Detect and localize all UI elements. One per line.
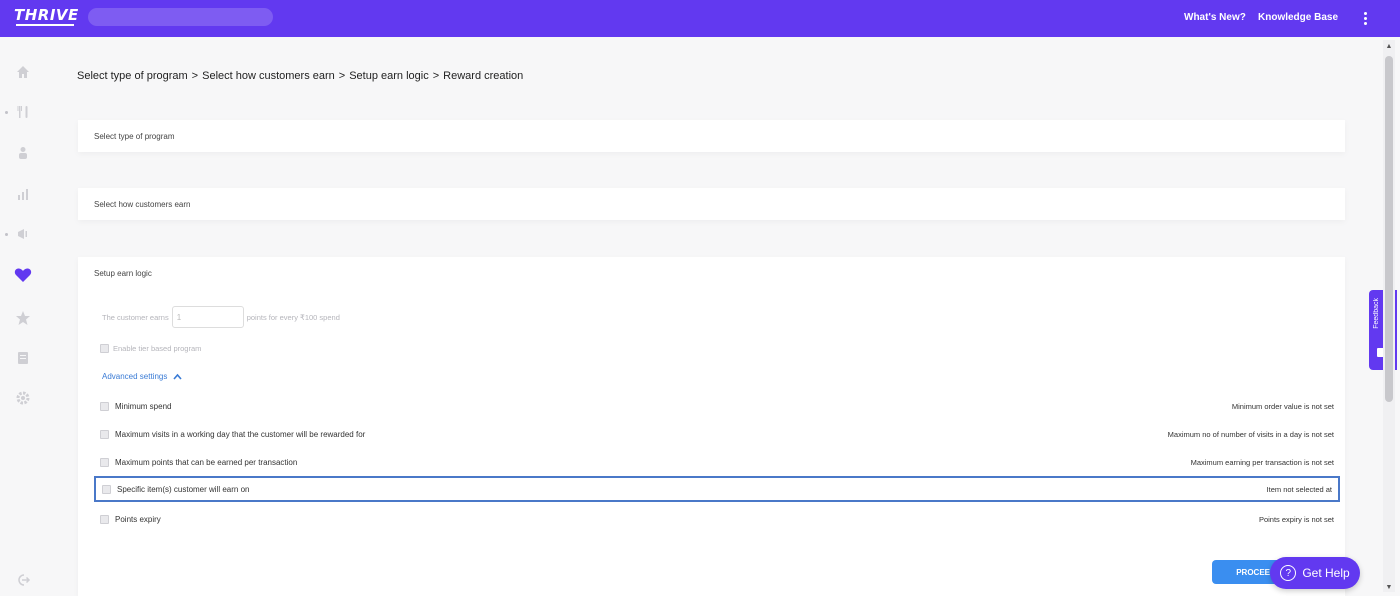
person-icon[interactable]: [14, 144, 32, 162]
tier-program-checkbox[interactable]: [100, 344, 109, 353]
setting-label: Points expiry: [115, 514, 161, 524]
setting-checkbox[interactable]: [100, 429, 109, 439]
get-help-label: Get Help: [1302, 566, 1350, 580]
whats-new-link[interactable]: What's New?: [1184, 12, 1246, 23]
setting-status: Maximum earning per transaction is not s…: [1190, 457, 1334, 467]
sidebar: [0, 37, 46, 596]
setting-status: Maximum no of number of visits in a day …: [1167, 429, 1334, 439]
breadcrumb-step-how-customers-earn[interactable]: Select how customers earn: [202, 70, 335, 82]
feedback-label: Feedback: [1373, 298, 1380, 329]
setting-option[interactable]: Points expiry: [100, 514, 161, 524]
setting-label: Minimum spend: [115, 401, 172, 411]
setting-checkbox[interactable]: [100, 457, 109, 467]
breadcrumb-step-reward-creation[interactable]: Reward creation: [443, 70, 523, 82]
advanced-settings-label: Advanced settings: [102, 372, 168, 381]
logo-underline: [16, 24, 74, 26]
setting-row-specific-items: Specific item(s) customer will earn on I…: [94, 476, 1340, 502]
breadcrumb-step-program-type[interactable]: Select type of program: [77, 70, 188, 82]
cutlery-icon[interactable]: [14, 103, 32, 121]
setting-label: Maximum visits in a working day that the…: [115, 429, 366, 439]
setting-checkbox[interactable]: [102, 484, 111, 494]
setting-checkbox[interactable]: [100, 514, 109, 524]
program-type-card[interactable]: Select type of program: [78, 120, 1345, 152]
card-title: Select type of program: [94, 132, 175, 141]
tier-program-label: Enable tier based program: [113, 344, 202, 353]
breadcrumb-step-earn-logic[interactable]: Setup earn logic: [349, 70, 429, 82]
chevron-up-icon: [173, 374, 182, 380]
breadcrumb-separator: >: [338, 70, 346, 82]
setting-option[interactable]: Minimum spend: [100, 401, 172, 411]
help-icon: ?: [1280, 565, 1297, 581]
setting-status: Item not selected at: [1266, 484, 1332, 494]
scroll-down-arrow-icon[interactable]: ▼: [1384, 583, 1394, 593]
top-bar: THRIVE What's New? Knowledge Base: [0, 0, 1400, 37]
heart-icon[interactable]: [14, 266, 32, 284]
setting-row-max-visits: Maximum visits in a working day that the…: [94, 422, 1340, 446]
setting-option[interactable]: Maximum visits in a working day that the…: [100, 429, 366, 439]
setting-row-max-points: Maximum points that can be earned per tr…: [94, 450, 1340, 474]
setting-status: Points expiry is not set: [1258, 514, 1334, 524]
scroll-up-arrow-icon[interactable]: ▲: [1384, 42, 1394, 52]
points-input[interactable]: [171, 306, 244, 328]
knowledge-base-link[interactable]: Knowledge Base: [1258, 12, 1338, 23]
star-icon[interactable]: [14, 309, 32, 327]
tier-program-option[interactable]: Enable tier based program: [100, 344, 201, 353]
breadcrumb-separator: >: [191, 70, 199, 82]
earn-rule-suffix: points for every ₹100 spend: [246, 312, 340, 322]
document-icon[interactable]: [14, 349, 32, 367]
settings-icon[interactable]: [14, 389, 32, 407]
earn-rule-prefix: The customer earns: [102, 312, 169, 322]
thrive-logo[interactable]: THRIVE: [14, 6, 79, 24]
blurred-account-name: [88, 8, 273, 26]
get-help-button[interactable]: ? Get Help: [1270, 557, 1360, 589]
megaphone-icon[interactable]: [14, 225, 32, 243]
setting-label: Maximum points that can be earned per tr…: [115, 457, 298, 467]
setting-status: Minimum order value is not set: [1231, 401, 1334, 411]
bar-chart-icon[interactable]: [14, 185, 32, 203]
setting-label: Specific item(s) customer will earn on: [117, 484, 250, 494]
setting-checkbox[interactable]: [100, 401, 109, 411]
setting-row-minimum-spend: Minimum spend Minimum order value is not…: [94, 394, 1340, 418]
home-icon[interactable]: [14, 63, 32, 81]
scrollbar-thumb[interactable]: [1385, 56, 1393, 402]
card-title: Select how customers earn: [94, 200, 191, 209]
setting-row-points-expiry: Points expiry Points expiry is not set: [94, 507, 1340, 531]
more-menu-icon[interactable]: [1360, 11, 1370, 27]
breadcrumb: Select type of program > Select how custom…: [77, 70, 523, 82]
how-customers-earn-card[interactable]: Select how customers earn: [78, 188, 1345, 220]
setting-option[interactable]: Maximum points that can be earned per tr…: [100, 457, 298, 467]
earn-logic-card: Setup earn logic The customer earns poin…: [78, 257, 1345, 596]
expand-dot: [5, 233, 8, 236]
setting-option[interactable]: Specific item(s) customer will earn on: [102, 484, 250, 494]
breadcrumb-separator: >: [432, 70, 440, 82]
expand-dot: [5, 111, 8, 114]
earn-rule-row: The customer earns points for every ₹100…: [102, 306, 340, 328]
advanced-settings-toggle[interactable]: Advanced settings: [102, 372, 182, 381]
logout-icon[interactable]: [14, 571, 32, 589]
card-title: Setup earn logic: [94, 269, 152, 278]
